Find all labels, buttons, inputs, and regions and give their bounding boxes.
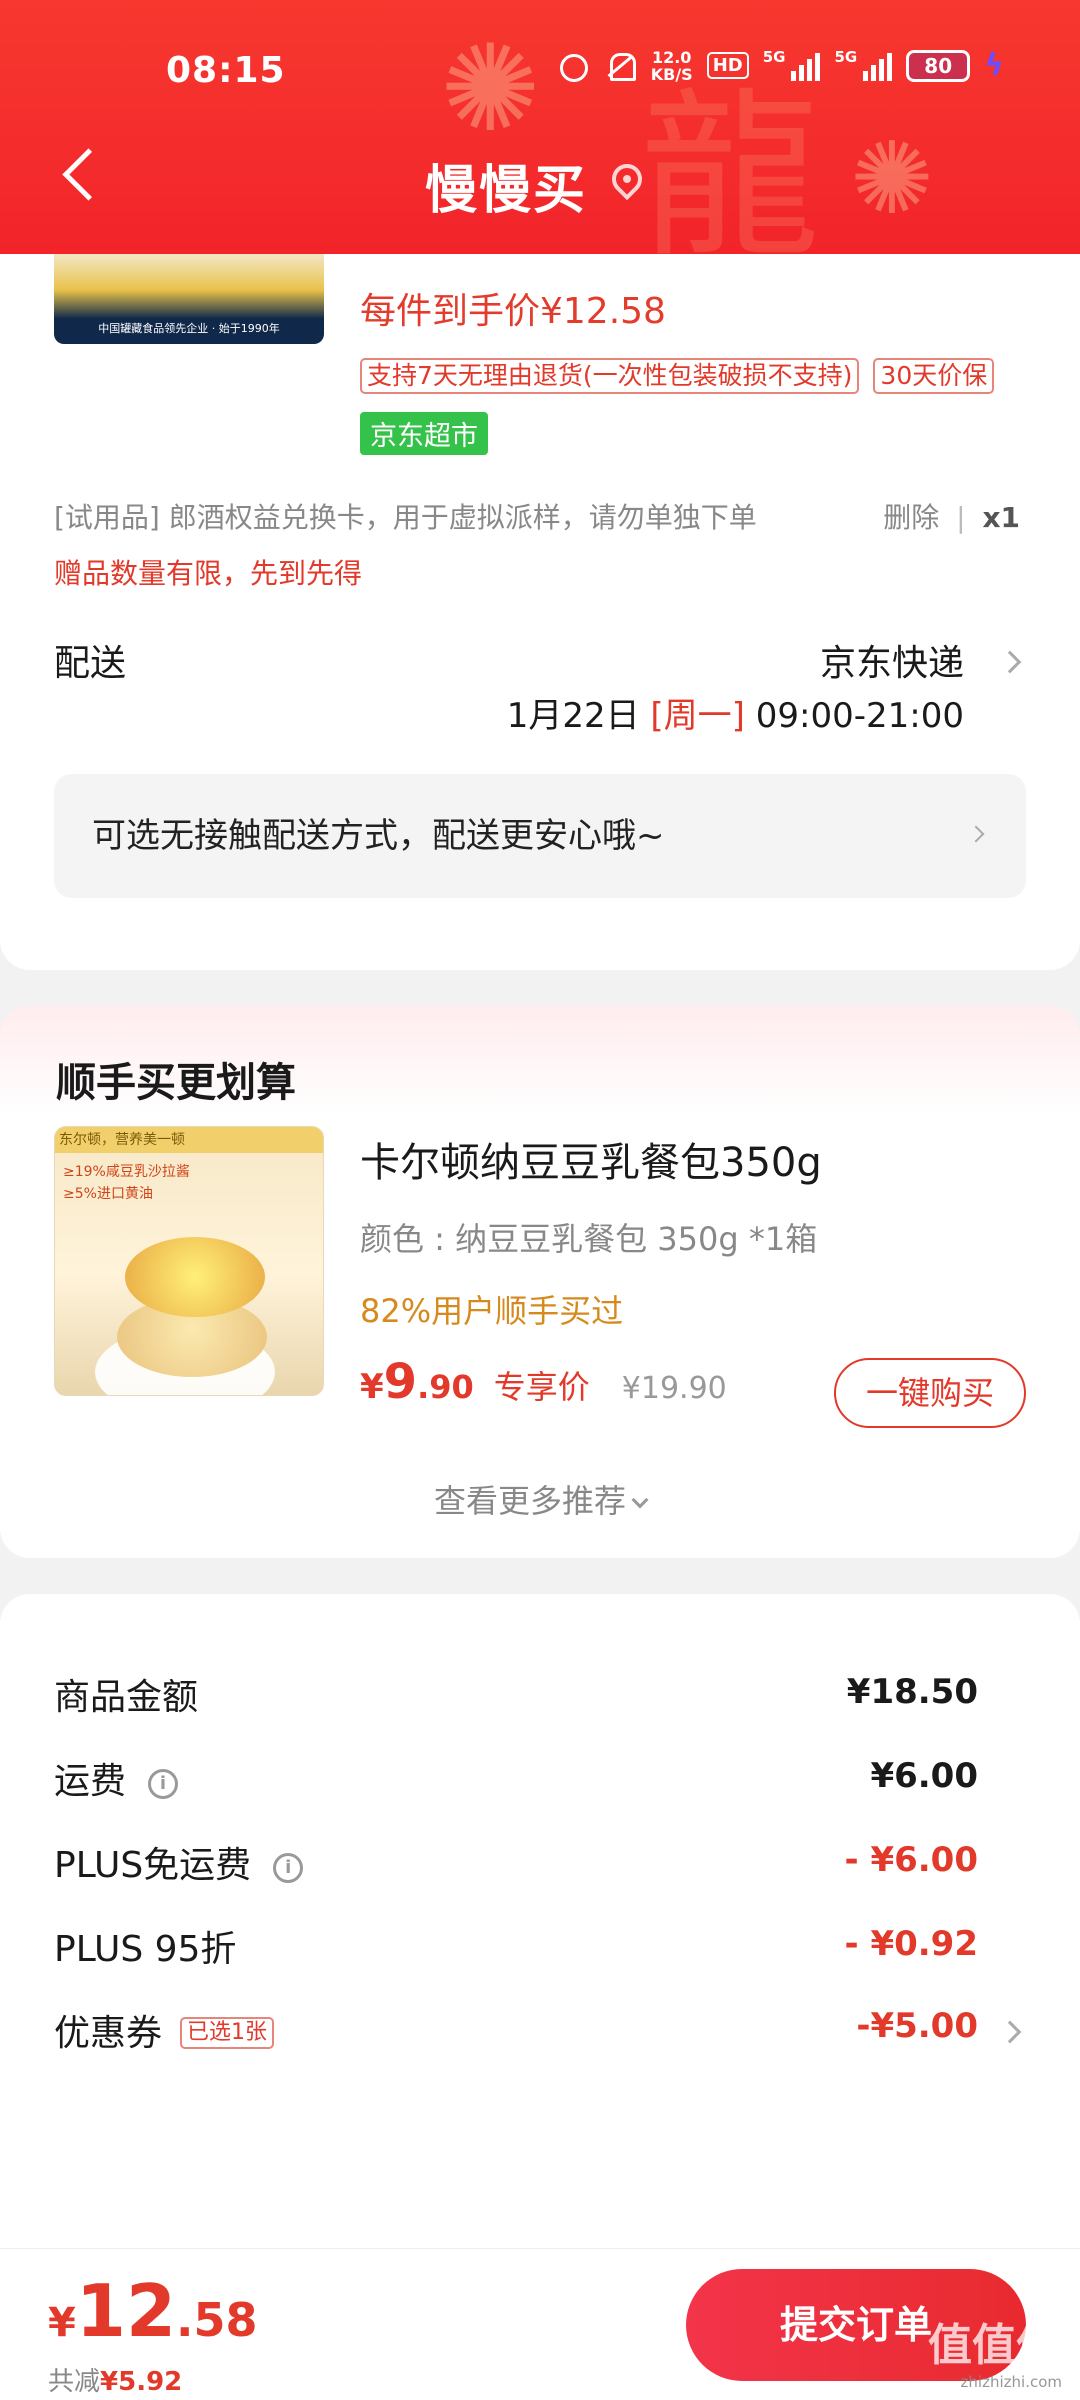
total-symbol: ¥ bbox=[48, 2300, 76, 2346]
goods-amount-label: 商品金额 bbox=[54, 1677, 199, 1718]
shipping-date[interactable]: 1月22日 [周一] 09:00-21:00 bbox=[507, 688, 964, 737]
image-banner-text: 东尔顿，营养美一顿 bbox=[55, 1127, 323, 1153]
original-price: ¥19.90 bbox=[621, 1371, 727, 1406]
coupon-text: 优惠券 bbox=[54, 2013, 163, 2054]
exclusive-price-tag: 专享价 bbox=[493, 1368, 590, 1406]
status-icons: 12.0 KB/S HD 5G 5G 80 ϟ bbox=[555, 48, 1004, 83]
net-type-2: 5G bbox=[834, 48, 858, 66]
shipping-weekday: [周一] bbox=[650, 696, 745, 736]
total-saved: 共减¥5.92 bbox=[48, 2361, 182, 2398]
price-integer: 9 bbox=[383, 1354, 418, 1410]
mute-bell-icon bbox=[603, 49, 637, 83]
plus-discount-value: - ¥0.92 bbox=[844, 1924, 979, 1964]
shipping-fee-text: 运费 bbox=[54, 1761, 127, 1802]
charging-icon: ϟ bbox=[984, 48, 1004, 83]
checkout-bar: ¥ 12 .58 共减¥5.92 提交订单 值值值 zhizhizhi.com bbox=[0, 2248, 1080, 2400]
total-decimal: .58 bbox=[176, 2293, 258, 2347]
delete-gift-button[interactable]: 删除 bbox=[883, 501, 939, 534]
contactless-text: 可选无接触配送方式，配送更安心哦~ bbox=[92, 816, 665, 856]
status-time: 08:15 bbox=[166, 50, 286, 91]
saved-value: ¥5.92 bbox=[100, 2367, 183, 2397]
recommend-product-name[interactable]: 卡尔顿纳豆豆乳餐包350g bbox=[360, 1130, 822, 1188]
order-item-card: 中国罐藏食品领先企业 · 始于1990年 每件到手价¥12.58 支持7天无理由… bbox=[0, 180, 1080, 970]
gift-quantity: x1 bbox=[982, 501, 1020, 534]
shipping-fee-value: ¥6.00 bbox=[870, 1756, 978, 1796]
status-bar: 08:15 12.0 KB/S HD 5G 5G 80 ϟ bbox=[0, 44, 1080, 100]
plus-free-shipping-label: PLUS免运费 i bbox=[54, 1836, 304, 1888]
recommend-product-spec: 颜色 : 纳豆豆乳餐包 350g *1箱 bbox=[360, 1220, 818, 1258]
app-header: ✺ ✺ 龍 08:15 12.0 KB/S HD 5G 5G 80 ϟ 慢慢买 bbox=[0, 0, 1080, 254]
plus-free-shipping-text: PLUS免运费 bbox=[54, 1845, 252, 1886]
plus-discount-label: PLUS 95折 bbox=[54, 1929, 237, 1970]
price-decimal: .90 bbox=[417, 1368, 474, 1406]
page-title: 慢慢买 bbox=[425, 161, 588, 221]
more-recommend-link[interactable]: 查看更多推荐 bbox=[0, 1476, 1080, 1522]
battery-icon: 80 bbox=[906, 49, 971, 82]
info-icon[interactable]: i bbox=[148, 1769, 179, 1799]
chevron-right-icon[interactable] bbox=[998, 2020, 1022, 2044]
saved-label: 共减 bbox=[48, 2367, 101, 2397]
watermark-url: zhizhizhi.com bbox=[960, 2373, 1062, 2391]
image-feature-1: ≥19%咸豆乳沙拉酱 bbox=[63, 1164, 190, 1180]
signal-bars-icon bbox=[863, 51, 893, 81]
store-tag: 京东超市 bbox=[360, 412, 488, 455]
coupon-selected-tag: 已选1张 bbox=[180, 2017, 275, 2049]
shipping-fee-label: 运费 i bbox=[54, 1752, 179, 1804]
shipping-label: 配送 bbox=[54, 643, 127, 684]
unit-price: 每件到手价¥12.58 bbox=[360, 291, 666, 332]
bread-bun-shape bbox=[125, 1237, 265, 1317]
product-image-caption: 中国罐藏食品领先企业 · 始于1990年 bbox=[98, 322, 280, 335]
shipping-date-day: 1月22日 bbox=[506, 696, 640, 736]
recommend-title: 顺手买更划算 bbox=[56, 1060, 296, 1106]
net-type-1: 5G bbox=[762, 48, 786, 66]
chevron-down-icon bbox=[631, 1491, 649, 1509]
coupon-label[interactable]: 优惠券 已选1张 bbox=[54, 2004, 275, 2056]
shipping-method[interactable]: 京东快递 bbox=[820, 634, 964, 686]
chevron-right-icon[interactable] bbox=[998, 650, 1022, 674]
total-integer: 12 bbox=[75, 2269, 177, 2353]
contactless-delivery-option[interactable]: 可选无接触配送方式，配送更安心哦~ bbox=[54, 774, 1026, 898]
alarm-icon bbox=[555, 49, 589, 83]
recommend-product-image[interactable]: 东尔顿，营养美一顿 ≥19%咸豆乳沙拉酱 ≥5%进口黄油 bbox=[54, 1126, 324, 1396]
hd-icon: HD bbox=[706, 52, 749, 79]
service-tags: 支持7天无理由退货(一次性包装破损不支持) 30天价保 bbox=[360, 358, 995, 394]
plus-free-shipping-value: - ¥6.00 bbox=[844, 1840, 979, 1880]
more-recommend-text: 查看更多推荐 bbox=[433, 1482, 626, 1520]
gift-item-label: [试用品] 郎酒权益兑换卡，用于虚拟派样，请勿单独下单 bbox=[54, 501, 757, 534]
info-icon[interactable]: i bbox=[273, 1853, 304, 1883]
total-price: ¥ 12 .58 bbox=[48, 2269, 258, 2353]
price-symbol: ¥ bbox=[360, 1367, 384, 1407]
divider: | bbox=[956, 501, 966, 534]
recommend-product-stat: 82%用户顺手买过 bbox=[360, 1292, 624, 1330]
price-protect-tag: 30天价保 bbox=[873, 358, 995, 394]
submit-order-label: 提交订单 bbox=[779, 2303, 932, 2347]
coupon-value[interactable]: -¥5.00 bbox=[856, 2006, 978, 2046]
network-speed-unit: KB/S bbox=[650, 64, 693, 84]
battery-level: 80 bbox=[924, 53, 953, 78]
back-arrow-icon[interactable] bbox=[58, 146, 102, 206]
recommend-card: 顺手买更划算 东尔顿，营养美一顿 ≥19%咸豆乳沙拉酱 ≥5%进口黄油 卡尔顿纳… bbox=[0, 1006, 1080, 1558]
gift-actions: 删除 | x1 bbox=[883, 496, 1020, 536]
signal-bars-icon bbox=[791, 51, 821, 81]
watermark: 值值值 bbox=[928, 2320, 1060, 2371]
one-click-buy-button[interactable]: 一键购买 bbox=[834, 1358, 1026, 1428]
goods-amount-value: ¥18.50 bbox=[846, 1672, 978, 1712]
shipping-time-window: 09:00-21:00 bbox=[755, 696, 964, 736]
firework-decoration: ✺ bbox=[850, 120, 934, 237]
image-feature-2: ≥5%进口黄油 bbox=[63, 1186, 153, 1202]
network-speed: 12.0 KB/S bbox=[651, 49, 693, 83]
chevron-right-icon bbox=[967, 825, 985, 843]
product-image[interactable]: 中国罐藏食品领先企业 · 始于1990年 bbox=[54, 254, 324, 344]
recommend-price: ¥ 9 .90 专享价 ¥19.90 bbox=[360, 1354, 727, 1410]
return-policy-tag: 支持7天无理由退货(一次性包装破损不支持) bbox=[360, 358, 860, 394]
gift-limit-notice: 赠品数量有限，先到先得 bbox=[54, 557, 363, 590]
